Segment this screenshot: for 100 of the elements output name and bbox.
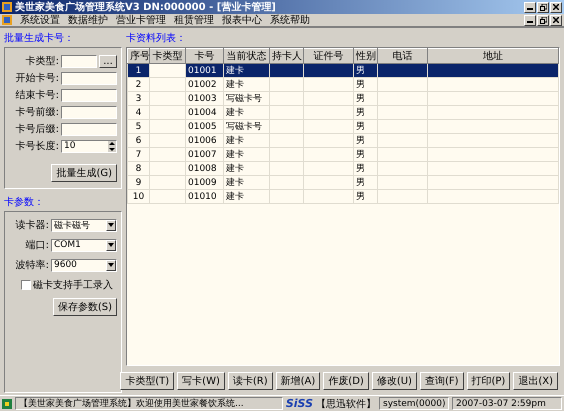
dropdown[interactable]: 磁卡磁号: [51, 218, 117, 232]
table-row[interactable]: 9 01009 建卡 男: [128, 176, 558, 190]
table-cell: 建卡: [224, 106, 270, 120]
input-field[interactable]: [61, 88, 117, 102]
close-icon: [553, 17, 559, 23]
table-cell: 01002: [186, 78, 224, 92]
table-cell: 01003: [186, 92, 224, 106]
table-cell: 男: [354, 148, 378, 162]
table-row[interactable]: 1 01001 建卡 男: [128, 64, 558, 78]
menu-item[interactable]: 系统帮助: [270, 13, 310, 27]
table-row[interactable]: 4 01004 建卡 男: [128, 106, 558, 120]
spinner-field[interactable]: 10: [61, 140, 117, 152]
column-header[interactable]: 卡号: [186, 48, 224, 64]
table-cell: 写磁卡号: [224, 92, 270, 106]
field-label: 波特率:: [16, 258, 49, 272]
table-cell: 01009: [186, 176, 224, 190]
window-title: 美世家美食广场管理系统V3 DN:000000 - [营业卡管理]: [15, 0, 277, 14]
field-label: 开始卡号:: [16, 72, 59, 85]
input-field[interactable]: [61, 72, 117, 84]
column-header[interactable]: 当前状态: [224, 48, 270, 64]
table-cell: 6: [128, 134, 150, 148]
table-cell: 5: [128, 120, 150, 134]
action-button[interactable]: 新增(A): [276, 372, 320, 390]
action-button[interactable]: 查询(F): [420, 372, 464, 390]
section-heading: 卡资料列表：: [126, 32, 187, 45]
user-status: system(0000): [379, 397, 449, 410]
column-header[interactable]: 性别: [354, 48, 378, 64]
restore-button[interactable]: [537, 2, 549, 12]
app-icon: [2, 398, 12, 408]
table-cell: 4: [128, 106, 150, 120]
menu-item[interactable]: 系统设置: [20, 13, 60, 27]
column-header[interactable]: 卡类型: [150, 48, 186, 64]
table-row[interactable]: 10 01010 建卡 男: [128, 190, 558, 204]
table-cell: 建卡: [224, 134, 270, 148]
field-label: 结束卡号:: [16, 88, 59, 102]
close-button[interactable]: [550, 14, 562, 26]
action-button[interactable]: 退出(X): [513, 372, 558, 390]
column-header[interactable]: 序号: [128, 48, 150, 64]
input-field[interactable]: [61, 106, 117, 118]
table-cell: 10: [128, 190, 150, 204]
table-cell: 建卡: [224, 162, 270, 176]
brand-logo: SiSS: [286, 397, 313, 410]
datetime-status: 2007-03-07 2:59pm: [452, 397, 562, 410]
action-button[interactable]: 打印(P): [466, 372, 510, 390]
table-cell: 男: [354, 134, 378, 148]
field-label: 卡号前缀:: [16, 106, 59, 119]
table-cell: 建卡: [224, 148, 270, 162]
table-row[interactable]: 7 01007 建卡 男: [128, 148, 558, 162]
table-row[interactable]: 3 01003 写磁卡号 男: [128, 92, 558, 106]
column-header[interactable]: 电话: [378, 48, 428, 64]
picker-button[interactable]: ...: [99, 54, 117, 68]
menu-item[interactable]: 报表中心: [222, 13, 262, 27]
batch-generate-button[interactable]: 批量生成(G): [51, 164, 117, 182]
table-cell: 9: [128, 176, 150, 190]
table-row[interactable]: 2 01002 建卡 男: [128, 78, 558, 92]
dropdown-arrow-icon[interactable]: [108, 263, 114, 267]
table-row[interactable]: 6 01006 建卡 男: [128, 134, 558, 148]
input-field[interactable]: [61, 122, 117, 136]
table-cell: 01001: [186, 64, 224, 78]
restore-icon: [540, 4, 546, 10]
input-field[interactable]: [61, 54, 97, 68]
menu-item[interactable]: 租赁管理: [174, 13, 214, 27]
minimize-button[interactable]: [524, 14, 536, 26]
table-cell: 建卡: [224, 78, 270, 92]
table-cell: 男: [354, 92, 378, 106]
table-cell: 建卡: [224, 190, 270, 204]
column-header[interactable]: 证件号: [304, 48, 354, 64]
table-cell: 男: [354, 176, 378, 190]
action-button[interactable]: 卡类型(T): [120, 372, 174, 390]
column-header[interactable]: 地址: [428, 48, 558, 64]
spinner-arrows-icon[interactable]: [108, 140, 116, 152]
column-header[interactable]: 持卡人: [270, 48, 304, 64]
dropdown-arrow-icon[interactable]: [108, 243, 114, 247]
menu-item[interactable]: 营业卡管理: [116, 13, 166, 27]
table-cell: 1: [128, 64, 150, 78]
table-cell: 01004: [186, 106, 224, 120]
dropdown[interactable]: COM1: [51, 238, 117, 252]
action-button[interactable]: 作废(D): [323, 372, 369, 390]
table-cell: 2: [128, 78, 150, 92]
field-label: 卡类型:: [26, 54, 59, 68]
table-cell: 01008: [186, 162, 224, 176]
save-params-button[interactable]: 保存参数(S): [52, 298, 117, 316]
field-label: 读卡器:: [16, 218, 49, 232]
minimize-button[interactable]: [524, 2, 536, 12]
table-cell: 男: [354, 120, 378, 134]
dropdown-arrow-icon[interactable]: [108, 223, 114, 227]
checkbox[interactable]: [21, 280, 31, 290]
table-cell: 男: [354, 106, 378, 120]
action-button[interactable]: 写卡(W): [177, 372, 225, 390]
table-cell: 01010: [186, 190, 224, 204]
table-cell: 01006: [186, 134, 224, 148]
dropdown[interactable]: 9600: [51, 258, 117, 272]
table-row[interactable]: 8 01008 建卡 男: [128, 162, 558, 176]
restore-icon: [540, 16, 546, 24]
close-button[interactable]: [550, 2, 562, 12]
action-button[interactable]: 修改(U): [372, 372, 417, 390]
menu-item[interactable]: 数据维护: [68, 13, 108, 27]
table-row[interactable]: 5 01005 写磁卡号 男: [128, 120, 558, 134]
action-button[interactable]: 读卡(R): [228, 372, 273, 390]
restore-button[interactable]: [537, 14, 549, 26]
